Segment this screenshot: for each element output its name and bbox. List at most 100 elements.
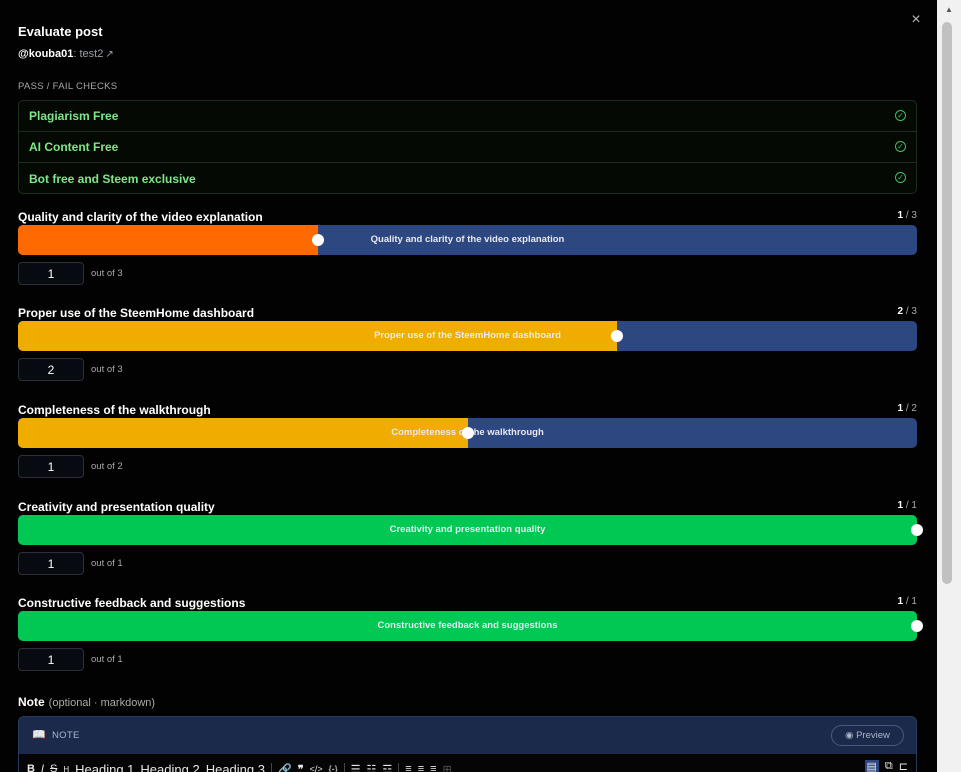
note-title: Note [18,695,45,709]
scrollbar-thumb[interactable] [942,22,952,584]
score-slider[interactable]: Creativity and presentation quality [18,515,923,545]
score-value: 1 [897,500,904,511]
criterion-name: Completeness of the walkthrough [18,403,211,417]
link-icon[interactable]: 🔗 [278,763,292,772]
criterion-name: Proper use of the SteemHome dashboard [18,306,255,320]
align-right-icon[interactable]: ≡ [430,763,436,772]
slider-fill [18,611,917,641]
check-label: Plagiarism Free [29,109,119,123]
slider-handle[interactable] [911,620,923,632]
score-input[interactable] [18,455,84,478]
note-hint: (optional · markdown) [48,697,156,709]
checklist-icon[interactable]: ☲ [382,763,392,772]
score-max: / 1 [905,500,917,511]
score-max: / 1 [905,596,917,607]
slider-fill [18,321,617,351]
close-icon[interactable]: × [908,12,924,28]
check-item: Plagiarism Free ✓ [19,101,916,132]
scroll-up-arrow-icon[interactable]: ▲ [945,5,953,14]
table-icon[interactable]: ⊞ [443,763,452,772]
check-label: AI Content Free [29,140,119,154]
slider-fill [18,418,468,448]
score-max: / 2 [905,403,917,414]
criterion: Constructive feedback and suggestions 1 … [18,596,923,686]
heading2-button[interactable]: Heading 2 [140,762,199,772]
score-value: 1 [897,210,904,221]
score-input[interactable] [18,358,84,381]
preview-button[interactable]: ◉ Preview [831,725,904,746]
preview-mode-icon[interactable]: ⊏ [899,760,908,772]
strikethrough-icon[interactable]: S [50,763,57,772]
toolbar-divider [343,763,345,772]
criterion-score: 1 / 2 [898,403,917,414]
out-of-label: out of 1 [91,558,123,569]
note-label: Note (optional · markdown) [18,695,155,709]
criterion-score: 2 / 3 [898,306,917,317]
score-slider[interactable]: Quality and clarity of the video explana… [18,225,917,255]
slider-fill [18,225,318,255]
eye-icon: ◉ [845,730,854,741]
checks-list: Plagiarism Free ✓ AI Content Free ✓ Bot … [18,100,917,194]
check-item: AI Content Free ✓ [19,132,916,163]
check-circle-icon: ✓ [895,110,906,121]
external-link-icon[interactable]: ↗ [105,49,113,60]
note-editor[interactable]: 📖 NOTE ◉ Preview B I S H Heading 1 Headin… [18,716,917,772]
score-slider[interactable]: Proper use of the SteemHome dashboard [18,321,917,351]
criterion: Quality and clarity of the video explana… [18,210,917,300]
out-of-label: out of 2 [91,461,123,472]
check-circle-icon: ✓ [895,172,906,183]
out-of-label: out of 3 [91,268,123,279]
editor-toolbar: B I S H Heading 1 Heading 2 Heading 3 🔗 … [19,754,916,772]
score-input[interactable] [18,552,84,575]
post-permlink[interactable]: : test2 [73,48,103,60]
criterion: Proper use of the SteemHome dashboard 2 … [18,306,917,396]
edit-mode-icon[interactable]: ▤ [864,760,879,772]
post-author[interactable]: @kouba01 [18,48,73,60]
evaluate-post-modal: × Evaluate post @kouba01: test2 ↗ PASS / … [0,0,937,772]
check-item: Bot free and Steem exclusive ✓ [19,163,916,194]
quote-icon[interactable]: ❞ [298,763,304,772]
view-mode-group: ▤ ⧉ ⊏ [864,760,908,772]
bullet-list-icon[interactable]: ☰ [351,763,361,772]
slider-handle[interactable] [462,427,474,439]
preview-label: Preview [856,730,890,741]
score-value: 2 [897,306,904,317]
checks-heading: PASS / FAIL CHECKS [18,81,118,92]
score-slider[interactable]: Constructive feedback and suggestions [18,611,923,641]
numbered-list-icon[interactable]: ☷ [367,763,377,772]
check-circle-icon: ✓ [895,141,906,152]
slider-handle[interactable] [312,234,324,246]
criterion: Completeness of the walkthrough 1 / 2 Co… [18,403,917,493]
criterion-name: Quality and clarity of the video explana… [18,210,263,224]
out-of-label: out of 3 [91,364,123,375]
code-icon[interactable]: </> [310,764,323,772]
heading3-button[interactable]: Heading 3 [206,762,265,772]
slider-handle[interactable] [611,330,623,342]
scrollbar[interactable]: ▲ [937,0,961,772]
toolbar-divider [270,763,272,772]
score-slider[interactable]: Completeness of the walkthrough [18,418,917,448]
book-icon: 📖 [32,729,46,741]
align-left-icon[interactable]: ≡ [405,763,411,772]
check-label: Bot free and Steem exclusive [29,171,196,186]
bold-icon[interactable]: B [27,763,35,772]
editor-header: 📖 NOTE [32,728,80,741]
split-mode-icon[interactable]: ⧉ [885,760,893,772]
score-max: / 3 [905,210,917,221]
score-value: 1 [897,596,904,607]
italic-icon[interactable]: I [41,763,44,772]
code-block-icon[interactable]: {-} [329,764,338,772]
slider-handle[interactable] [911,524,923,536]
score-input[interactable] [18,648,84,671]
align-center-icon[interactable]: ≡ [418,763,424,772]
score-input[interactable] [18,262,84,285]
slider-fill [18,515,917,545]
modal-title: Evaluate post [18,24,103,39]
criterion-name: Creativity and presentation quality [18,500,215,514]
criterion: Creativity and presentation quality 1 / … [18,500,923,590]
editor-title: NOTE [52,730,80,741]
heading1-button[interactable]: Heading 1 [75,762,134,772]
heading-icon[interactable]: H [63,765,69,772]
criterion-score: 1 / 1 [898,500,917,511]
toolbar-divider [398,763,400,772]
